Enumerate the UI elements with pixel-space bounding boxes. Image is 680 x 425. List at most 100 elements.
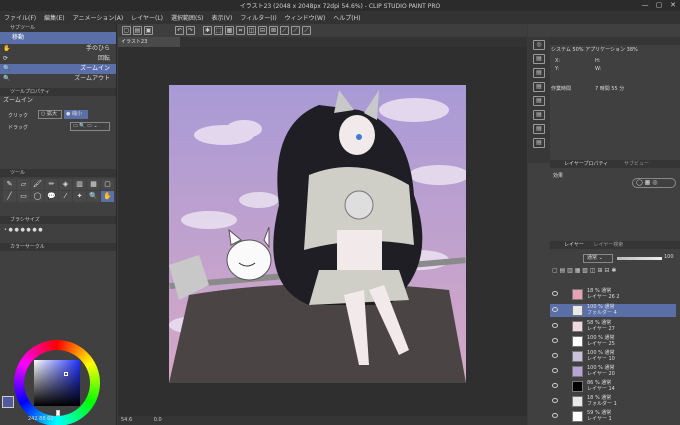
pencil-icon[interactable]: ✏ — [45, 179, 58, 190]
material6-icon[interactable]: ▤ — [533, 124, 545, 134]
menu-view[interactable]: 表示(V) — [212, 13, 233, 22]
save-icon[interactable]: ▣ — [144, 26, 153, 35]
snap-icon[interactable]: ◫ — [247, 26, 256, 35]
drag-label: ドラッグ — [8, 125, 29, 131]
navigator-icon[interactable]: ◎ — [533, 40, 545, 50]
menu-filter[interactable]: フィルター(I) — [240, 13, 276, 22]
frame-icon[interactable]: ▦ — [87, 179, 100, 190]
material3-icon[interactable]: ▤ — [533, 82, 545, 92]
grid-icon[interactable]: ▦ — [225, 26, 234, 35]
minimize-button[interactable]: — — [638, 0, 652, 11]
zoom-value[interactable]: 54.6 — [121, 417, 132, 423]
visibility-eye-icon[interactable] — [552, 368, 558, 373]
opacity-value[interactable]: 100 — [664, 254, 674, 260]
ruler-icon[interactable]: ⊟ — [258, 26, 267, 35]
subtool-hand[interactable]: ✋ 手のひら — [0, 44, 116, 54]
menu-layer[interactable]: レイヤー(L) — [131, 13, 163, 22]
layer-row[interactable]: 100 % 通常 レイヤー 20 — [550, 365, 676, 378]
blend-mode-select[interactable]: 通常 ⌄ — [583, 254, 613, 263]
star-icon[interactable]: ✦ — [73, 191, 86, 202]
crop-icon[interactable]: ⌗ — [236, 26, 245, 35]
undo-icon[interactable]: ↶ — [175, 26, 184, 35]
menu-file[interactable]: ファイル(F) — [4, 13, 36, 22]
subtool-move[interactable]: 移動 — [0, 32, 116, 44]
opacity-slider[interactable] — [617, 257, 662, 260]
layer-row[interactable]: 18 % 通常 フォルダー 1 — [550, 395, 676, 408]
layer-thumbnail — [572, 366, 583, 377]
visibility-eye-icon[interactable] — [552, 353, 558, 358]
menu-edit[interactable]: 編集(E) — [44, 13, 64, 22]
subtool-zoom-in[interactable]: 🔍 ズームイン — [0, 64, 116, 74]
visibility-eye-icon[interactable] — [552, 383, 558, 388]
hand-tool-icon[interactable]: ✋ — [101, 191, 114, 202]
pen-pressure-icon[interactable]: ⟋ — [280, 26, 289, 35]
material-icon[interactable]: ▤ — [533, 54, 545, 64]
open-icon[interactable]: ▤ — [133, 26, 142, 35]
material4-icon[interactable]: ▤ — [533, 96, 545, 106]
pen-icon[interactable]: ✎ — [3, 179, 16, 190]
balloon-icon[interactable]: 💬 — [45, 191, 58, 202]
fill-icon[interactable]: ◈ — [59, 179, 72, 190]
line-icon[interactable]: ╱ — [3, 191, 16, 202]
eyedropper-icon[interactable]: ⁄ — [59, 191, 72, 202]
layer-row[interactable]: 100 % 通常 レイヤー 25 — [550, 335, 676, 348]
zoom-in-label: ズームイン — [80, 65, 110, 72]
layer-row[interactable]: 100 % 通常 レイヤー 10 — [550, 350, 676, 363]
subtool-rotate[interactable]: ⟳ 回転 — [0, 54, 116, 64]
layer-row[interactable]: 86 % 通常 レイヤー 14 — [550, 380, 676, 393]
rotate-label: 回転 — [97, 55, 110, 62]
layer-thumbnail — [572, 351, 583, 362]
new-icon[interactable]: ▢ — [122, 26, 131, 35]
material2-icon[interactable]: ▤ — [533, 68, 545, 78]
drag-mode-select[interactable]: ▭ 🔍 ▭ ⌄ — [70, 122, 110, 131]
visibility-eye-icon[interactable] — [552, 338, 558, 343]
work-time-label: 作業時間 — [551, 86, 572, 92]
menu-window[interactable]: ウィンドウ(W) — [285, 13, 326, 22]
ruler2-icon[interactable]: ⊠ — [269, 26, 278, 35]
vector-icon[interactable]: ⟋ — [302, 26, 311, 35]
menu-selection[interactable]: 選択範囲(S) — [171, 13, 204, 22]
coord-x: X: — [555, 58, 561, 64]
layer-property-header: レイヤープロパティ サブビュー — [550, 160, 680, 168]
clear-icon[interactable]: ✱ — [203, 26, 212, 35]
transform-icon[interactable]: ⬚ — [214, 26, 223, 35]
rect-icon[interactable]: ▭ — [17, 191, 30, 202]
transparent-swatch[interactable] — [56, 410, 60, 416]
eraser-icon[interactable]: ▱ — [17, 179, 30, 190]
visibility-eye-icon[interactable] — [552, 307, 558, 312]
material7-icon[interactable]: ▤ — [533, 138, 545, 148]
gradient-icon[interactable]: ▥ — [73, 179, 86, 190]
brush-icon[interactable]: 🖌 — [31, 179, 44, 190]
zoom-out-option[interactable]: ● 縮小 — [64, 110, 88, 119]
magnify-icon[interactable]: 🔍 — [87, 191, 100, 202]
visibility-eye-icon[interactable] — [552, 323, 558, 328]
material5-icon[interactable]: ▤ — [533, 110, 545, 120]
menu-help[interactable]: ヘルプ(H) — [333, 13, 360, 22]
artwork-canvas[interactable] — [169, 85, 466, 383]
redo-icon[interactable]: ↷ — [186, 26, 195, 35]
layer-toolbar[interactable]: ▢ ▤ ▥ ▦ ▧ ◫ ⊞ ⊟ ✱ — [552, 266, 677, 276]
color-circle-header: カラーサークル — [0, 243, 116, 251]
select-icon[interactable]: ▢ — [101, 179, 114, 190]
menu-animation[interactable]: アニメーション(A) — [73, 13, 124, 22]
maximize-button[interactable]: ▢ — [652, 0, 666, 11]
layer-row[interactable]: 18 % 通常 レイヤー 26 2 — [550, 288, 676, 301]
layer-row[interactable]: 58 % 通常 レイヤー 27 — [550, 320, 676, 333]
visibility-eye-icon[interactable] — [552, 398, 558, 403]
brush-size-row[interactable]: • ● ● ● ● ● ● — [0, 224, 116, 243]
saturation-square[interactable] — [34, 360, 80, 406]
close-button[interactable]: ✕ — [666, 0, 680, 11]
layer-thumbnail — [572, 289, 583, 300]
layer-row[interactable]: 100 % 通常 フォルダー 4 — [550, 304, 676, 317]
visibility-eye-icon[interactable] — [552, 291, 558, 296]
subtool-zoom-out[interactable]: 🔍 ズームアウト — [0, 74, 116, 84]
visibility-eye-icon[interactable] — [552, 413, 558, 418]
foreground-swatch[interactable] — [2, 396, 14, 408]
white-cat — [226, 239, 272, 281]
layer-row[interactable]: 59 % 通常 レイヤー 1 — [550, 410, 676, 423]
stabilizer-icon[interactable]: ⟋ — [291, 26, 300, 35]
lasso-icon[interactable]: ◯ — [31, 191, 44, 202]
document-tab[interactable]: イラスト23 — [118, 37, 180, 47]
effect-buttons[interactable]: ◯ ▦ ◎ — [632, 178, 676, 188]
zoom-in-option[interactable]: ○ 拡大 — [38, 110, 62, 119]
